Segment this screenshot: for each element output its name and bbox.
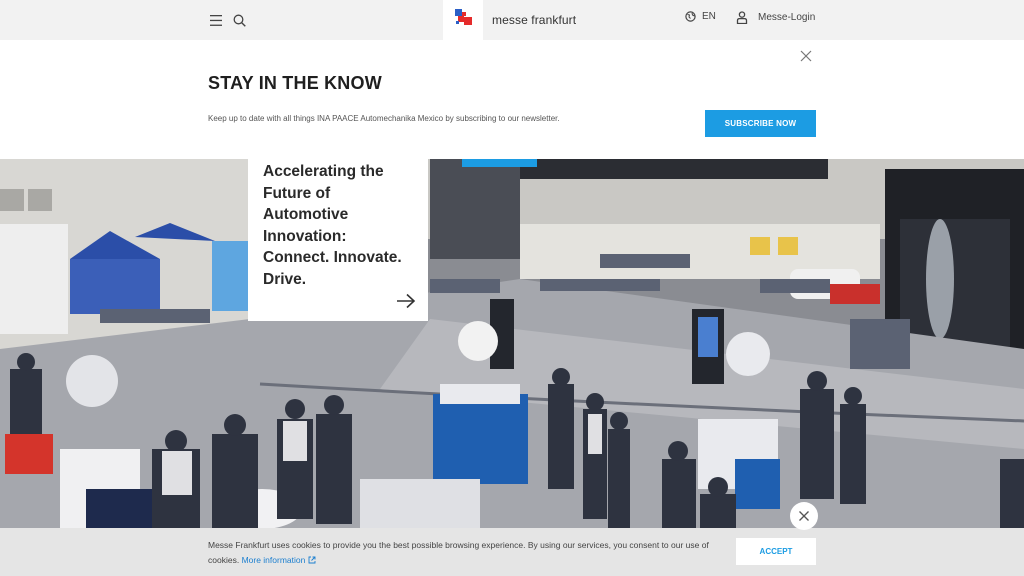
more-information-label: More information [241, 555, 306, 565]
globe-icon [685, 11, 696, 22]
cookie-close-button[interactable] [790, 502, 818, 530]
hero-teaser-card[interactable]: Accelerating the Future of Automotive In… [248, 159, 428, 321]
search-button[interactable] [229, 10, 249, 30]
language-selector[interactable]: EN [685, 11, 716, 22]
accept-cookies-button[interactable]: ACCEPT [736, 538, 816, 565]
logo-icon [455, 9, 472, 25]
close-icon [800, 50, 812, 62]
cookie-banner: Messe Frankfurt uses cookies to provide … [0, 528, 1024, 576]
newsletter-close-button[interactable] [799, 49, 813, 63]
top-header: messe frankfurt EN Messe-Login [0, 0, 1024, 40]
close-icon [799, 511, 809, 521]
arrow-right-icon[interactable] [396, 293, 416, 309]
messe-frankfurt-logo[interactable] [443, 0, 483, 40]
search-icon [233, 14, 246, 27]
external-link-icon [308, 556, 316, 564]
more-information-link[interactable]: More information [242, 555, 316, 565]
cookie-text-block: Messe Frankfurt uses cookies to provide … [208, 538, 728, 568]
newsletter-title: STAY IN THE KNOW [208, 73, 382, 93]
newsletter-text: Keep up to date with all things INA PAAC… [208, 114, 560, 123]
subscribe-button[interactable]: SUBSCRIBE NOW [705, 110, 816, 137]
logo-text[interactable]: messe frankfurt [492, 13, 576, 27]
hamburger-icon [210, 14, 222, 26]
login-label: Messe-Login [758, 12, 816, 23]
user-icon [736, 11, 748, 24]
newsletter-banner: STAY IN THE KNOW Keep up to date with al… [0, 40, 1024, 159]
exhibition-hall-photo [0, 159, 1024, 528]
login-link[interactable]: Messe-Login [736, 11, 815, 24]
menu-button[interactable] [206, 10, 226, 30]
language-label: EN [702, 11, 716, 22]
hero-headline: Accelerating the Future of Automotive In… [263, 163, 402, 288]
hero-section: Accelerating the Future of Automotive In… [0, 159, 1024, 528]
